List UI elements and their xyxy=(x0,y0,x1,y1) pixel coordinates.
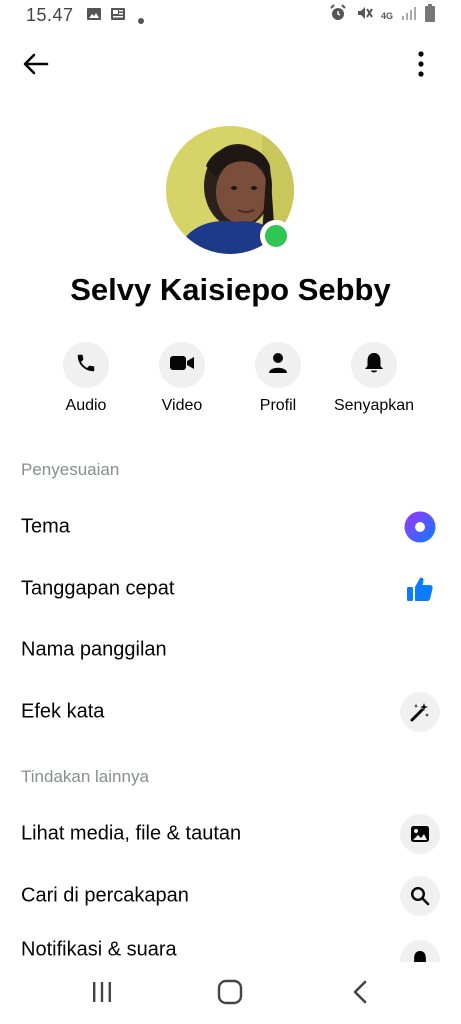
system-back-button[interactable] xyxy=(330,974,390,1014)
menu-item-nicknames[interactable]: Nama panggilan xyxy=(0,622,461,678)
image-icon xyxy=(400,814,440,854)
mute-circle[interactable] xyxy=(351,342,397,388)
menu-item-notifications-label: Notifikasi & suara xyxy=(21,938,177,961)
bell-icon xyxy=(364,352,384,379)
profile-label: Profil xyxy=(259,397,297,414)
menu-item-nicknames-label: Nama panggilan xyxy=(21,638,167,661)
menu-item-view-media-label: Lihat media, file & tautan xyxy=(21,822,242,845)
video-call-circle[interactable] xyxy=(159,342,205,388)
menu-item-theme-label: Tema xyxy=(21,515,70,538)
more-options-button[interactable] xyxy=(411,48,431,84)
recent-apps-icon xyxy=(91,981,113,1008)
status-time: 15.47 xyxy=(26,5,74,25)
system-navigation-bar xyxy=(0,962,461,1024)
mute-vibrate-icon xyxy=(355,4,373,27)
alarm-icon xyxy=(329,4,347,27)
menu-item-search-conversation-label: Cari di percakapan xyxy=(21,884,189,907)
menu-item-word-effects[interactable]: Efek kata xyxy=(0,684,461,740)
status-bar: 15.47 4G xyxy=(0,0,461,30)
menu-item-word-effects-label: Efek kata xyxy=(21,700,105,723)
network-type-label: 4G xyxy=(380,10,393,21)
menu-item-view-media[interactable]: Lihat media, file & tautan xyxy=(0,806,461,862)
gallery-notification-icon xyxy=(86,6,102,27)
mute-label: Senyapkan xyxy=(333,397,415,414)
more-notifications-dot-icon xyxy=(138,11,144,29)
menu-item-theme[interactable]: Tema xyxy=(0,499,461,555)
status-icons: 4G xyxy=(329,4,435,27)
chevron-left-icon xyxy=(352,980,368,1009)
mute-button[interactable]: Senyapkan xyxy=(326,342,422,415)
menu-item-notifications[interactable]: Notifikasi & suara xyxy=(0,922,461,962)
video-camera-icon xyxy=(169,353,195,378)
menu-item-quick-reaction-label: Tanggapan cepat xyxy=(21,577,175,600)
signal-icon xyxy=(401,5,417,26)
profile-name: Selvy Kaisiepo Sebby xyxy=(70,272,391,307)
search-icon xyxy=(400,876,440,916)
menu-item-search-conversation[interactable]: Cari di percakapan xyxy=(0,868,461,924)
video-call-label: Video xyxy=(161,397,203,414)
person-icon xyxy=(268,352,288,379)
section-header-customization: Penyesuaian xyxy=(21,460,120,479)
arrow-left-icon xyxy=(23,53,49,80)
home-button[interactable] xyxy=(200,974,260,1014)
home-icon xyxy=(217,979,243,1010)
news-notification-icon xyxy=(110,6,126,27)
theme-circle-icon xyxy=(400,507,440,547)
magic-wand-icon xyxy=(400,692,440,732)
menu-item-quick-reaction[interactable]: Tanggapan cepat xyxy=(0,561,461,617)
notification-bell-icon xyxy=(400,940,440,962)
section-header-more-actions: Tindakan lainnya xyxy=(21,767,149,786)
thumbs-up-icon xyxy=(400,569,440,609)
more-vertical-icon xyxy=(418,50,424,82)
online-status-indicator xyxy=(260,220,292,252)
phone-icon xyxy=(75,352,97,379)
video-call-button[interactable]: Video xyxy=(134,342,230,415)
profile-circle[interactable] xyxy=(255,342,301,388)
battery-icon xyxy=(425,4,435,27)
audio-call-label: Audio xyxy=(65,397,107,414)
audio-call-circle[interactable] xyxy=(63,342,109,388)
back-button[interactable] xyxy=(18,48,54,84)
profile-button[interactable]: Profil xyxy=(230,342,326,415)
recent-apps-button[interactable] xyxy=(72,974,132,1014)
audio-call-button[interactable]: Audio xyxy=(38,342,134,415)
